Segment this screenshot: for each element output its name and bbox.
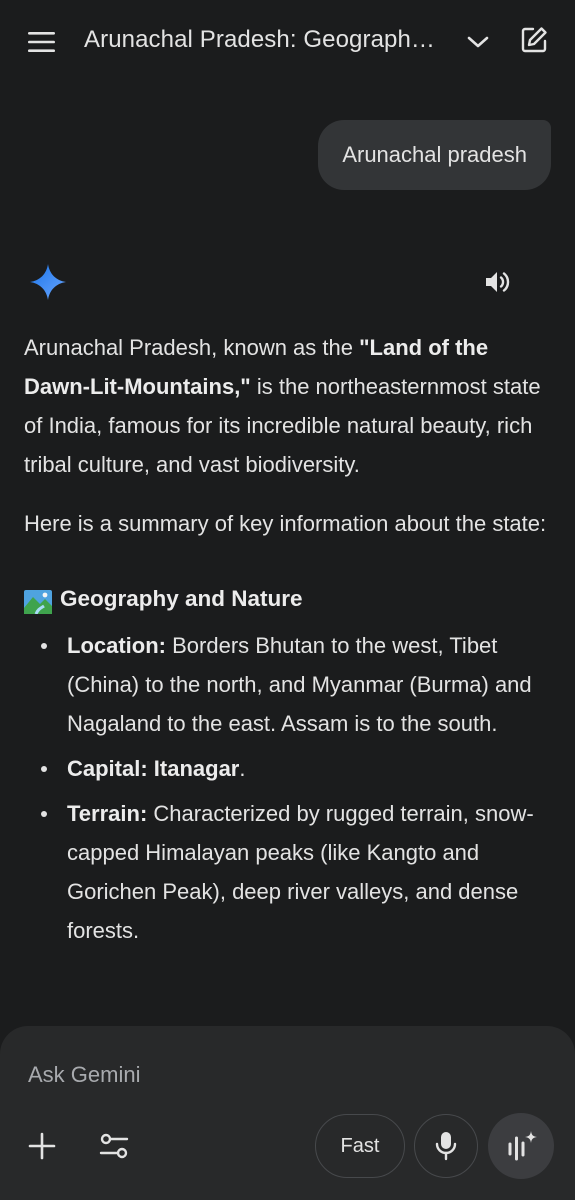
microphone-button[interactable] [414,1114,478,1178]
bullet-label: Capital: Itanagar [67,756,240,781]
section-heading: Geography and Nature [24,579,549,618]
add-attachment-icon[interactable] [22,1126,62,1166]
bullet-text: . [239,756,246,781]
bullet-list: Location: Borders Bhutan to the west, Ti… [24,626,549,950]
gemini-sparkle-icon [28,262,68,302]
bullet-label: Terrain: [67,801,148,826]
conversation-title[interactable]: Arunachal Pradesh: Geograph… [84,26,446,54]
mode-selector-button[interactable]: Fast [315,1114,405,1178]
microphone-icon [435,1132,457,1161]
intro-prefix: Arunachal Pradesh, known as the [24,335,360,360]
mode-label: Fast [340,1134,380,1157]
bullet-label: Location: [67,633,166,658]
new-chat-icon[interactable] [514,20,554,60]
chevron-down-icon[interactable] [458,22,498,62]
tools-icon[interactable] [94,1126,134,1166]
user-message-text: Arunachal pradesh [342,142,527,167]
menu-icon[interactable] [22,22,62,62]
input-panel [0,1026,575,1200]
ask-gemini-input[interactable] [28,1058,528,1092]
user-message-bubble[interactable]: Arunachal pradesh [318,120,551,190]
live-waveform-icon [508,1131,537,1161]
list-item: Location: Borders Bhutan to the west, Ti… [24,626,549,743]
gemini-chat-screen: Arunachal Pradesh: Geograph… Arunachal p… [0,0,575,1200]
gemini-live-button[interactable] [488,1113,554,1179]
summary-paragraph: Here is a summary of key information abo… [24,511,547,536]
section-title: Geography and Nature [60,586,303,611]
list-item: Terrain: Characterized by rugged terrain… [24,794,549,950]
top-app-bar: Arunachal Pradesh: Geograph… [0,0,575,82]
speaker-icon[interactable] [478,262,518,302]
gemini-response: Arunachal Pradesh, known as the "Land of… [24,328,549,956]
list-item: Capital: Itanagar. [24,749,549,788]
landscape-emoji-icon [24,587,52,615]
intro-paragraph: Arunachal Pradesh, known as the "Land of… [24,328,549,484]
